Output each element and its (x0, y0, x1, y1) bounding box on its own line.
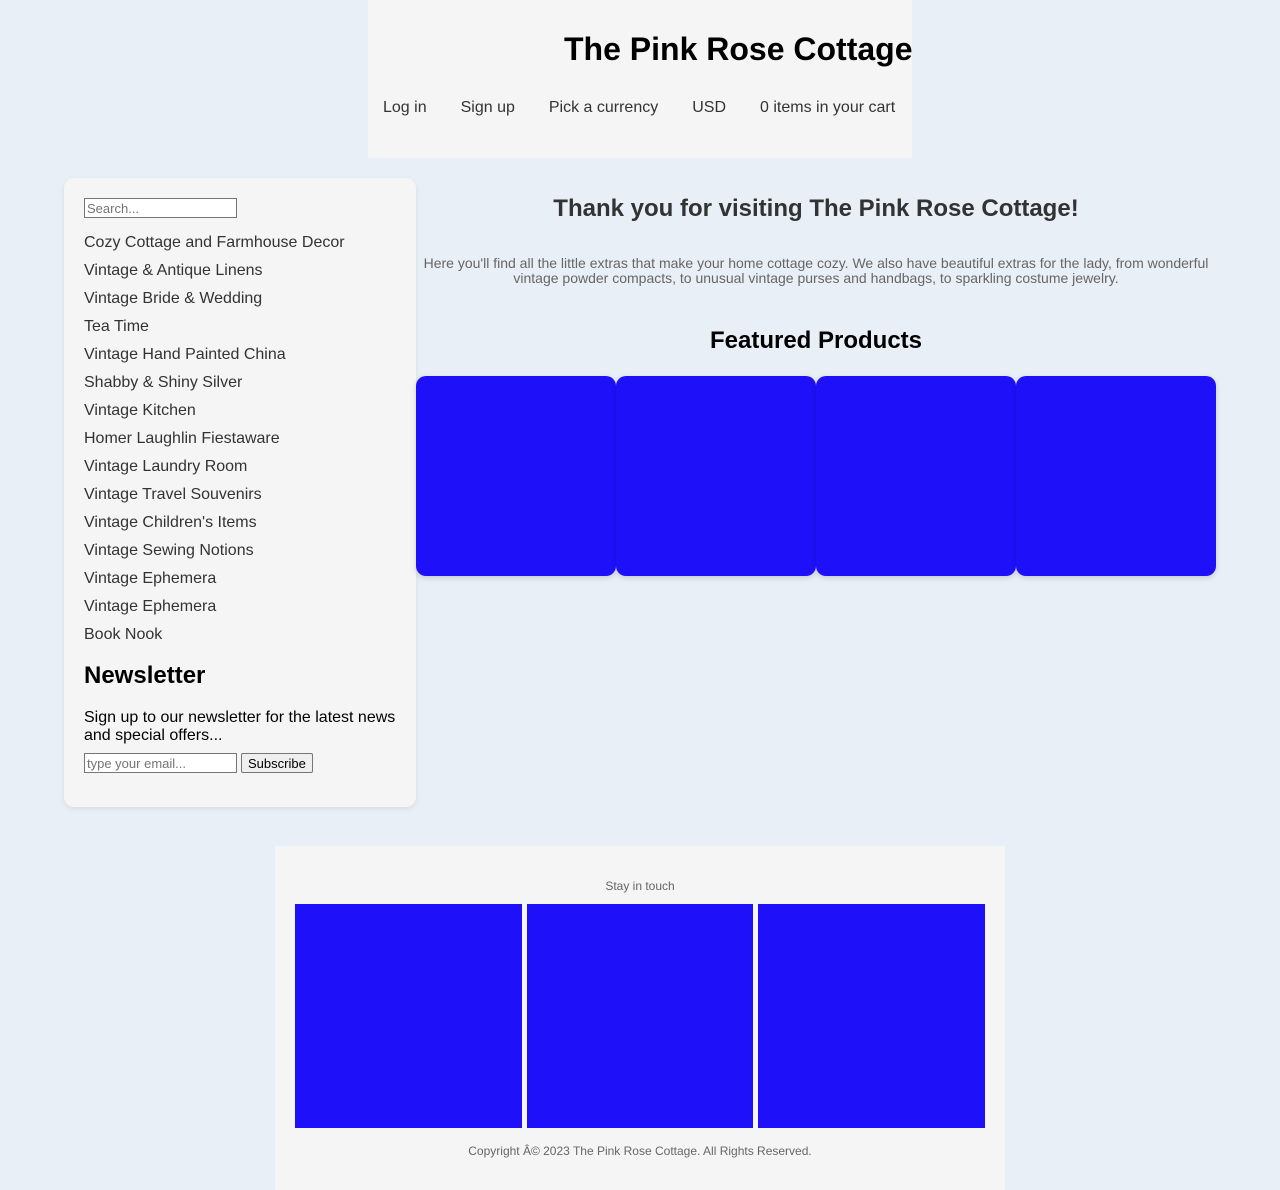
category-item[interactable]: Vintage Children's Items (84, 514, 396, 542)
featured-products (416, 376, 1216, 576)
product-card[interactable] (816, 376, 1016, 576)
category-item[interactable]: Tea Time (84, 318, 396, 346)
page: The Pink Rose Cottage Log in Sign up Pic… (0, 0, 1280, 1190)
login-link[interactable]: Log in (383, 99, 427, 117)
category-item[interactable]: Vintage Ephemera (84, 570, 396, 598)
main-content: Thank you for visiting The Pink Rose Cot… (416, 178, 1216, 576)
product-card[interactable] (1016, 376, 1216, 576)
currency-selector[interactable]: USD (692, 99, 726, 117)
newsletter-text: Sign up to our newsletter for the latest… (84, 709, 396, 744)
sidebar: Cozy Cottage and Farmhouse Decor Vintage… (64, 178, 416, 807)
footer-image-row (295, 904, 985, 1128)
newsletter-form: Subscribe (84, 753, 396, 773)
email-input[interactable] (84, 753, 237, 773)
copyright-text: Copyright Â© 2023 The Pink Rose Cottage.… (468, 1144, 812, 1158)
search-input[interactable] (84, 198, 237, 218)
category-item[interactable]: Vintage Ephemera (84, 598, 396, 626)
site-footer: Stay in touch Copyright Â© 2023 The Pink… (275, 846, 1005, 1190)
category-item[interactable]: Vintage Kitchen (84, 402, 396, 430)
product-card[interactable] (616, 376, 816, 576)
product-card[interactable] (416, 376, 616, 576)
featured-heading: Featured Products (709, 327, 923, 354)
newsletter-title: Newsletter (84, 662, 206, 689)
cart-link[interactable]: 0 items in your cart (760, 99, 895, 117)
signup-link[interactable]: Sign up (461, 99, 515, 117)
category-list: Cozy Cottage and Farmhouse Decor Vintage… (84, 234, 396, 654)
category-item[interactable]: Vintage Laundry Room (84, 458, 396, 486)
welcome-text: Here you'll find all the little extras t… (423, 255, 1209, 286)
category-item[interactable]: Homer Laughlin Fiestaware (84, 430, 396, 458)
pick-currency-link[interactable]: Pick a currency (549, 99, 658, 117)
category-item[interactable]: Vintage Sewing Notions (84, 542, 396, 570)
category-item[interactable]: Vintage & Antique Linens (84, 262, 396, 290)
top-nav: Log in Sign up Pick a currency USD 0 ite… (383, 99, 895, 117)
category-item[interactable]: Book Nook (84, 626, 396, 654)
category-item[interactable]: Shabby & Shiny Silver (84, 374, 396, 402)
category-item[interactable]: Vintage Hand Painted China (84, 346, 396, 374)
subscribe-button[interactable]: Subscribe (241, 753, 313, 773)
category-item[interactable]: Vintage Bride & Wedding (84, 290, 396, 318)
footer-image[interactable] (295, 904, 522, 1128)
category-item[interactable]: Vintage Travel Souvenirs (84, 486, 396, 514)
welcome-heading: Thank you for visiting The Pink Rose Cot… (553, 195, 1079, 222)
footer-image[interactable] (758, 904, 985, 1128)
category-item[interactable]: Cozy Cottage and Farmhouse Decor (84, 234, 396, 262)
footer-image[interactable] (527, 904, 753, 1128)
site-header: The Pink Rose Cottage Log in Sign up Pic… (368, 0, 913, 158)
stay-in-touch-label: Stay in touch (605, 879, 675, 893)
site-title: The Pink Rose Cottage (564, 31, 913, 67)
